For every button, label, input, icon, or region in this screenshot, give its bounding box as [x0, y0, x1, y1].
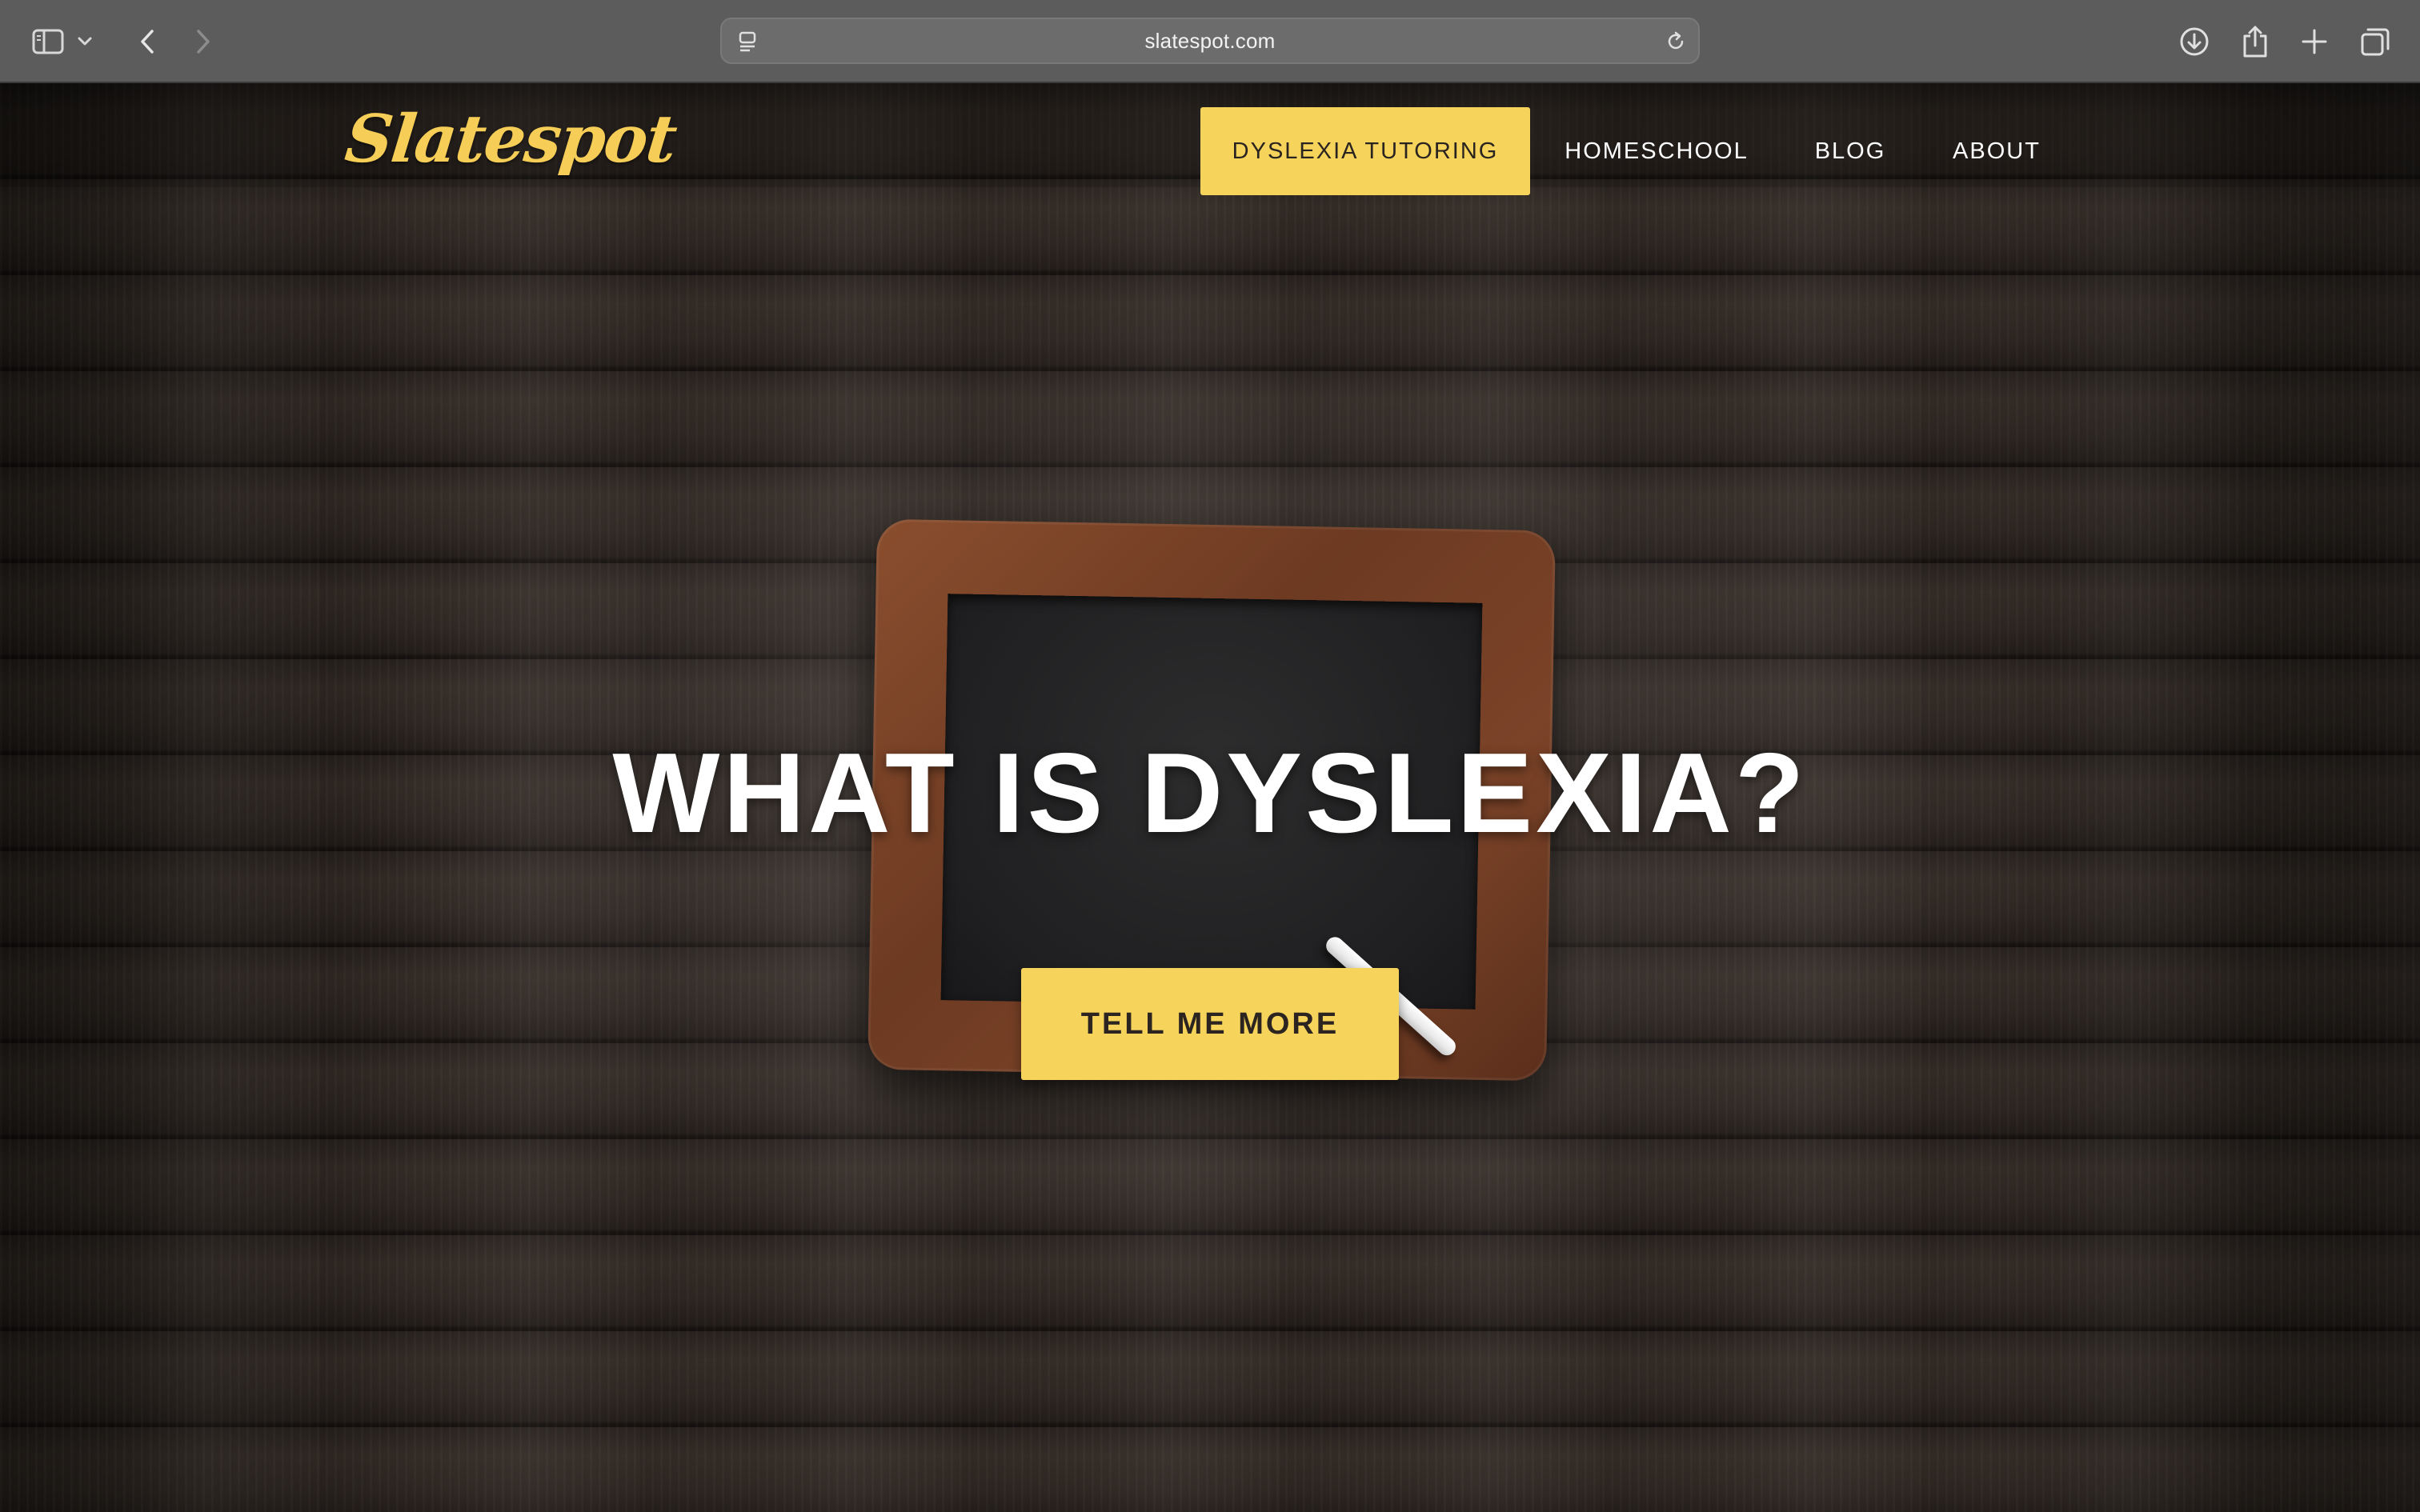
nav-item-blog[interactable]: BLOG	[1796, 107, 1905, 195]
address-bar[interactable]: slatespot.com	[720, 18, 1700, 64]
reload-icon[interactable]	[1661, 27, 1690, 56]
page-viewport: Slatespot DYSLEXIA TUTORING HOMESCHOOL B…	[0, 83, 2420, 1512]
nav-item-homeschool[interactable]: HOMESCHOOL	[1551, 107, 1762, 195]
browser-toolbar: slatespot.com	[0, 0, 2420, 83]
back-button[interactable]	[123, 18, 171, 66]
share-icon[interactable]	[2231, 18, 2279, 66]
site-logo[interactable]: Slatespot	[342, 101, 679, 178]
nav-item-about[interactable]: ABOUT	[1937, 107, 2057, 195]
forward-button[interactable]	[179, 18, 227, 66]
chevron-left-icon	[141, 30, 154, 54]
download-icon[interactable]	[2170, 18, 2218, 66]
nav-item-dyslexia-tutoring[interactable]: DYSLEXIA TUTORING	[1200, 107, 1530, 195]
tell-me-more-button[interactable]: TELL ME MORE	[1021, 968, 1399, 1080]
url-text[interactable]: slatespot.com	[722, 19, 1698, 62]
plus-icon[interactable]	[2290, 18, 2338, 66]
sidebar-icon[interactable]	[24, 18, 72, 66]
hero-title: WHAT IS DYSLEXIA?	[612, 730, 1808, 857]
chevron-right-icon	[197, 30, 210, 54]
chevron-down-icon[interactable]	[70, 18, 99, 66]
tabs-icon[interactable]	[2351, 18, 2399, 66]
